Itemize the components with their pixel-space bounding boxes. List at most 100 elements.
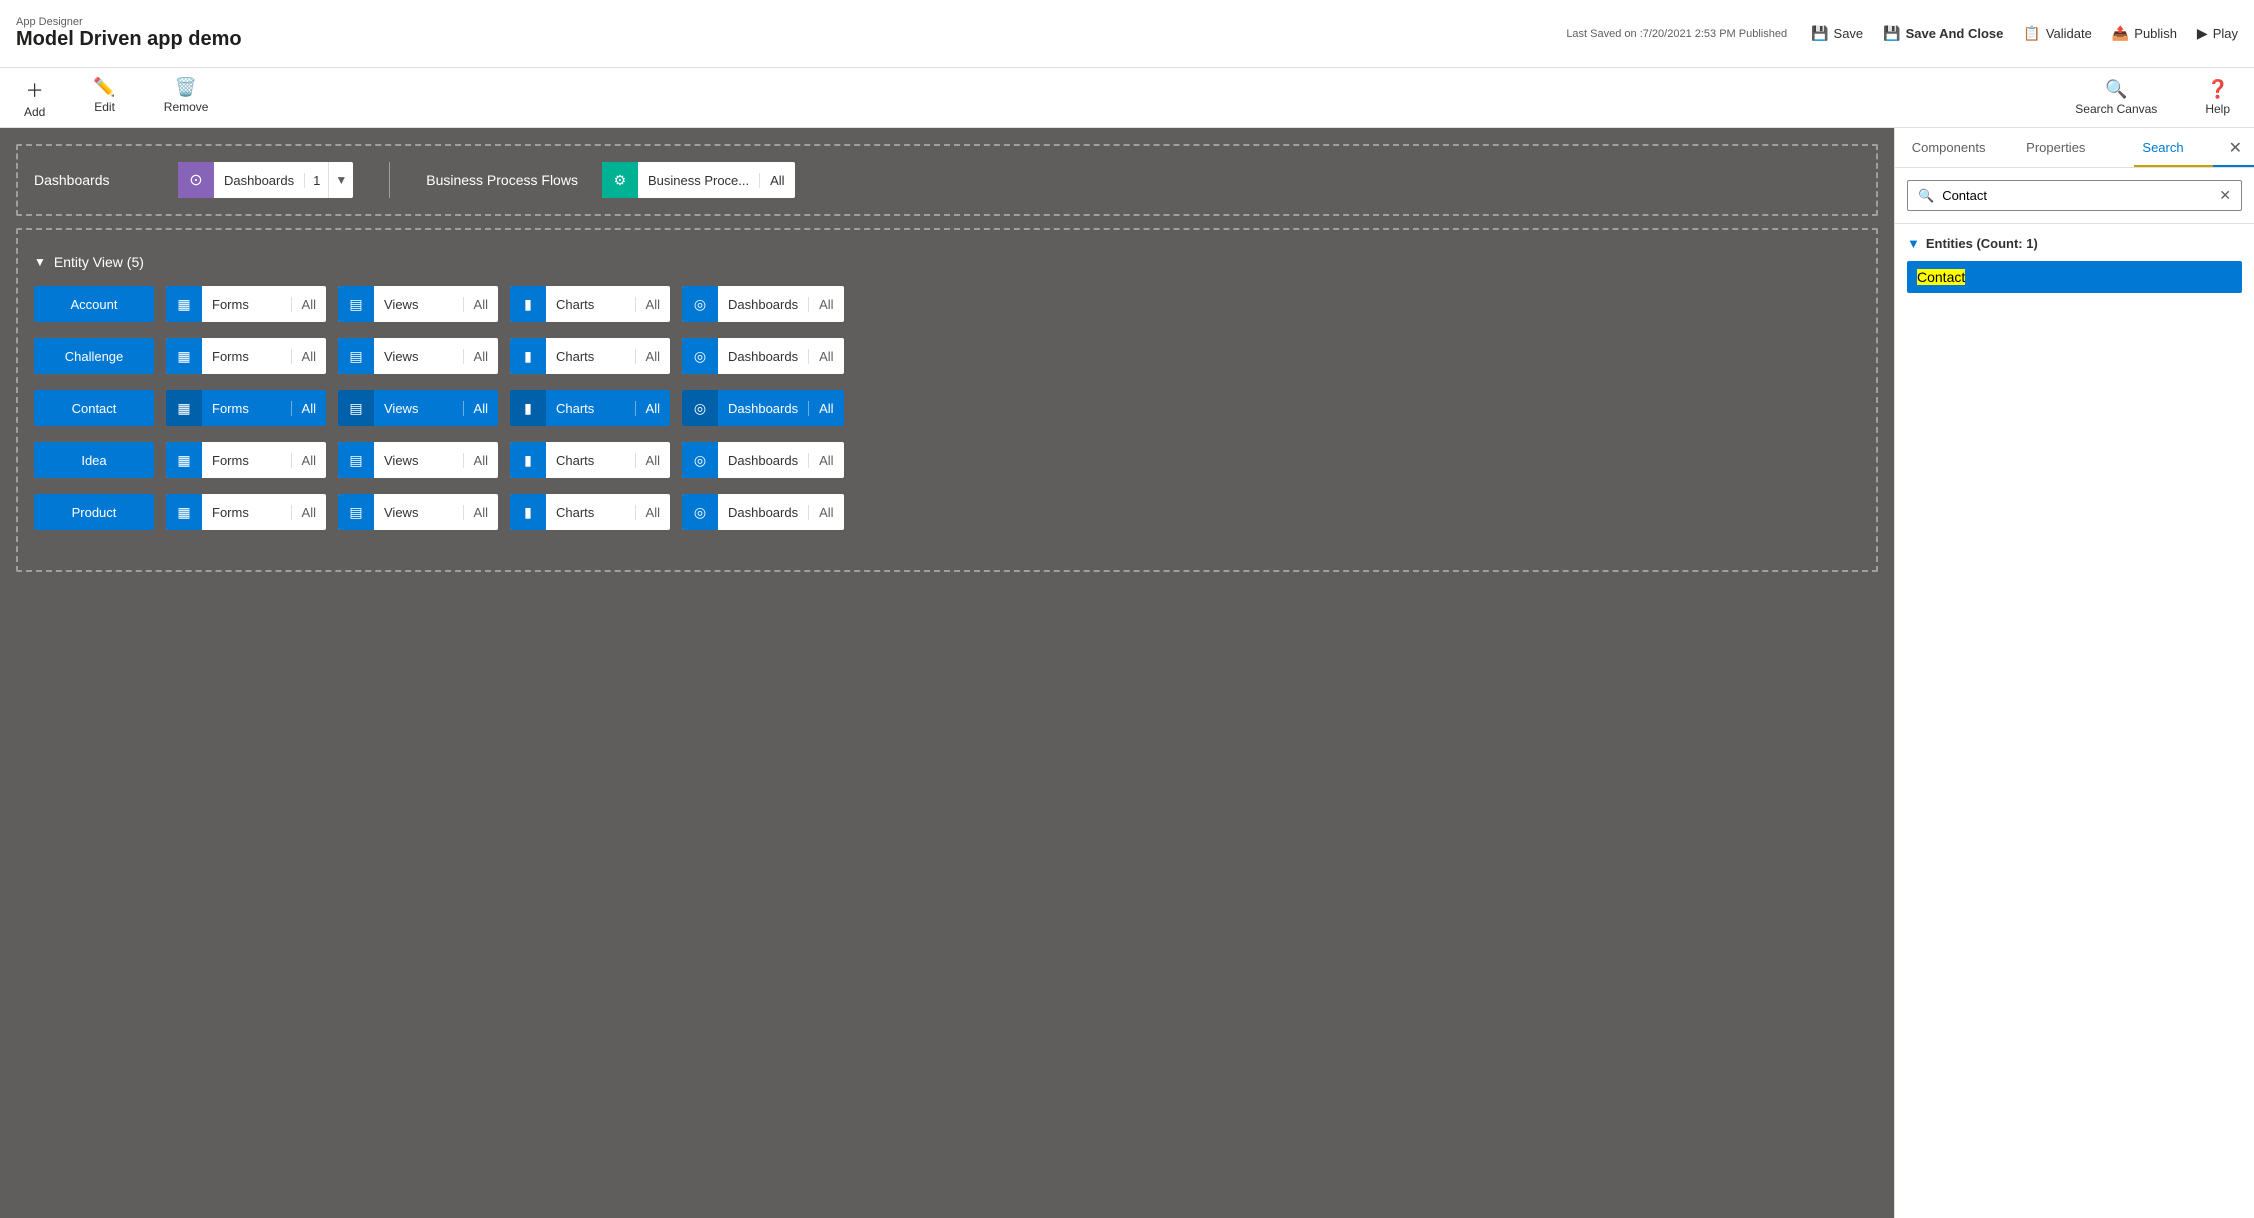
top-bar-right: Last Saved on :7/20/2021 2:53 PM Publish… (1566, 25, 2238, 42)
remove-button[interactable]: 🗑️ Remove (156, 73, 217, 123)
validate-button[interactable]: 📋 Validate (2023, 25, 2091, 42)
entity-row-contact: Contact▦FormsAll▤ViewsAll▮ChartsAll◎Dash… (34, 390, 1860, 426)
comp-badge-all-forms: All (291, 401, 326, 416)
comp-badge-product-views[interactable]: ▤ViewsAll (338, 494, 498, 530)
search-result-item[interactable]: Contact (1907, 261, 2242, 293)
views-icon: ▤ (338, 494, 374, 530)
comp-badge-product-charts[interactable]: ▮ChartsAll (510, 494, 670, 530)
edit-button[interactable]: ✏️ Edit (85, 73, 123, 123)
save-icon: 💾 (1811, 25, 1828, 42)
comp-badge-contact-dashboards[interactable]: ◎DashboardsAll (682, 390, 844, 426)
bpf-badge[interactable]: ⚙ Business Proce... All (602, 162, 795, 198)
charts-icon: ▮ (510, 338, 546, 374)
tab-components[interactable]: Components (1895, 128, 2002, 167)
dashboards-dropdown-arrow[interactable]: ▼ (328, 162, 353, 198)
dashboards-icon: ◎ (682, 338, 718, 374)
save-and-close-button[interactable]: 💾 Save And Close (1883, 25, 2003, 42)
comp-badge-contact-views[interactable]: ▤ViewsAll (338, 390, 498, 426)
comp-badge-product-dashboards[interactable]: ◎DashboardsAll (682, 494, 844, 530)
comp-badge-all-dashboards: All (808, 349, 843, 364)
tab-properties[interactable]: Properties (2002, 128, 2109, 167)
dashboards-badge-label: Dashboards (214, 173, 304, 188)
comp-badge-contact-forms[interactable]: ▦FormsAll (166, 390, 326, 426)
comp-badge-account-dashboards[interactable]: ◎DashboardsAll (682, 286, 844, 322)
comp-badge-idea-views[interactable]: ▤ViewsAll (338, 442, 498, 478)
comp-badge-all-forms: All (291, 453, 326, 468)
comp-badge-label-charts: Charts (546, 349, 635, 364)
entity-view-section-row: ▼ Entity View (5) Account▦FormsAll▤Views… (16, 228, 1878, 572)
entity-name-btn-product[interactable]: Product (34, 494, 154, 530)
comp-badge-label-views: Views (374, 349, 463, 364)
dashboards-icon: ◎ (682, 390, 718, 426)
entity-view-collapse-arrow[interactable]: ▼ (34, 255, 46, 269)
comp-badge-label-dashboards: Dashboards (718, 401, 808, 416)
search-icon: 🔍 (1918, 188, 1934, 204)
canvas-area[interactable]: Dashboards ⊙ Dashboards 1 ▼ Business Pro… (0, 128, 1894, 1218)
search-input[interactable] (1942, 188, 2211, 203)
search-result-text: Contact (1917, 269, 1965, 285)
forms-icon: ▦ (166, 442, 202, 478)
publish-button[interactable]: 📤 Publish (2112, 25, 2177, 42)
comp-badge-label-charts: Charts (546, 297, 635, 312)
comp-badge-account-views[interactable]: ▤ViewsAll (338, 286, 498, 322)
comp-badge-all-charts: All (635, 505, 670, 520)
add-button[interactable]: ＋ Add (16, 73, 53, 123)
comp-badge-challenge-charts[interactable]: ▮ChartsAll (510, 338, 670, 374)
entity-view-label: Entity View (5) (54, 254, 144, 270)
entities-count-header[interactable]: ▼ Entities (Count: 1) (1907, 236, 2242, 251)
comp-badge-label-charts: Charts (546, 401, 635, 416)
comp-badge-all-charts: All (635, 349, 670, 364)
comp-badge-all-charts: All (635, 297, 670, 312)
main-layout: Dashboards ⊙ Dashboards 1 ▼ Business Pro… (0, 128, 2254, 1218)
top-bar: App Designer Model Driven app demo Last … (0, 0, 2254, 68)
tab-search[interactable]: Search (2109, 128, 2216, 167)
play-button[interactable]: ▶ Play (2197, 25, 2238, 42)
search-canvas-button[interactable]: 🔍 Search Canvas (2067, 75, 2165, 120)
comp-badge-idea-dashboards[interactable]: ◎DashboardsAll (682, 442, 844, 478)
comp-badge-label-views: Views (374, 505, 463, 520)
charts-icon: ▮ (510, 494, 546, 530)
entity-name-btn-challenge[interactable]: Challenge (34, 338, 154, 374)
bpf-label: Business Process Flows (426, 172, 578, 188)
side-panel-close-button[interactable]: ✕ (2217, 128, 2254, 167)
views-icon: ▤ (338, 442, 374, 478)
comp-badge-challenge-forms[interactable]: ▦FormsAll (166, 338, 326, 374)
comp-badge-label-forms: Forms (202, 453, 291, 468)
help-button[interactable]: ❓ Help (2197, 75, 2238, 120)
comp-badge-account-forms[interactable]: ▦FormsAll (166, 286, 326, 322)
side-panel-results: ▼ Entities (Count: 1) Contact (1895, 224, 2254, 305)
comp-badge-label-views: Views (374, 297, 463, 312)
dashboards-section-row: Dashboards ⊙ Dashboards 1 ▼ Business Pro… (16, 144, 1878, 216)
entity-name-btn-idea[interactable]: Idea (34, 442, 154, 478)
top-bar-actions: 💾 Save 💾 Save And Close 📋 Validate 📤 Pub… (1811, 25, 2238, 42)
comp-badge-product-forms[interactable]: ▦FormsAll (166, 494, 326, 530)
charts-icon: ▮ (510, 390, 546, 426)
search-canvas-icon: 🔍 (2105, 79, 2127, 100)
dashboards-badge[interactable]: ⊙ Dashboards 1 ▼ (178, 162, 353, 198)
entity-name-btn-account[interactable]: Account (34, 286, 154, 322)
entities-collapse-arrow[interactable]: ▼ (1907, 236, 1920, 251)
entity-rows-container: Account▦FormsAll▤ViewsAll▮ChartsAll◎Dash… (34, 286, 1860, 530)
entities-count-label: Entities (Count: 1) (1926, 236, 2038, 251)
side-panel-search-area: 🔍 ✕ (1895, 168, 2254, 224)
comp-badge-label-dashboards: Dashboards (718, 297, 808, 312)
dashboards-badge-icon: ⊙ (178, 162, 214, 198)
entity-name-btn-contact[interactable]: Contact (34, 390, 154, 426)
app-info: App Designer Model Driven app demo (16, 16, 242, 51)
comp-badge-challenge-dashboards[interactable]: ◎DashboardsAll (682, 338, 844, 374)
comp-badge-label-dashboards: Dashboards (718, 453, 808, 468)
entity-row-product: Product▦FormsAll▤ViewsAll▮ChartsAll◎Dash… (34, 494, 1860, 530)
add-icon: ＋ (26, 77, 44, 103)
forms-icon: ▦ (166, 494, 202, 530)
comp-badge-account-charts[interactable]: ▮ChartsAll (510, 286, 670, 322)
comp-badge-challenge-views[interactable]: ▤ViewsAll (338, 338, 498, 374)
dashboards-icon: ◎ (682, 494, 718, 530)
search-clear-button[interactable]: ✕ (2219, 187, 2231, 204)
comp-badge-label-forms: Forms (202, 401, 291, 416)
comp-badge-contact-charts[interactable]: ▮ChartsAll (510, 390, 670, 426)
comp-badge-idea-charts[interactable]: ▮ChartsAll (510, 442, 670, 478)
search-box: 🔍 ✕ (1907, 180, 2242, 211)
save-button[interactable]: 💾 Save (1811, 25, 1863, 42)
comp-badge-idea-forms[interactable]: ▦FormsAll (166, 442, 326, 478)
comp-badge-label-dashboards: Dashboards (718, 505, 808, 520)
